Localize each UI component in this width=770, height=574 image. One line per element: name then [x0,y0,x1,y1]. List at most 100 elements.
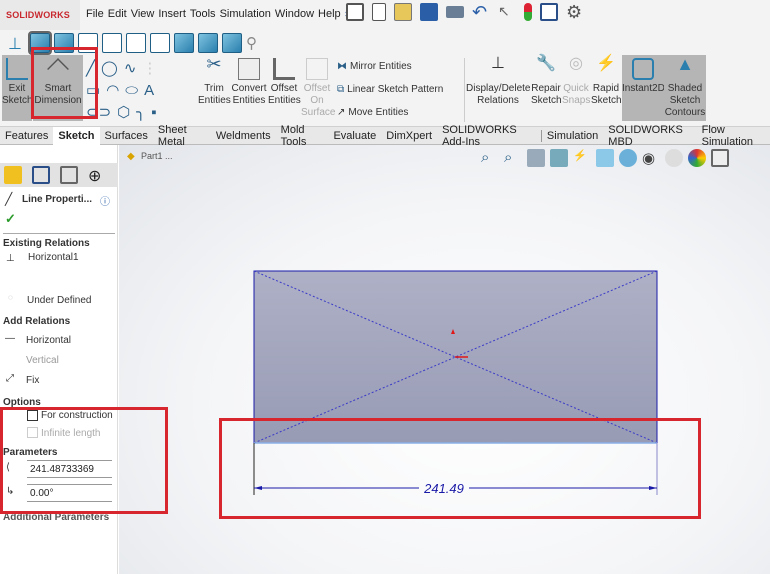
highlight-dimension [219,418,701,519]
horizontal-relation-icon: ⊥ [6,253,15,264]
menu-insert[interactable]: Insert [158,8,186,21]
lamp-icon[interactable]: ⚲ [246,34,264,52]
text-icon[interactable]: A [144,82,154,99]
quick-snaps-label: Quick Snaps [562,83,591,106]
manager-tabs: ⊕ [0,163,118,187]
menu-simulation[interactable]: Simulation [220,8,271,21]
shaded-sketch-contours-button[interactable]: ▲ Shaded Sketch Contours [664,55,706,121]
centerline-icon[interactable]: ⋮ [142,59,157,77]
rebuild-icon[interactable] [524,3,532,21]
view-bottom-icon[interactable] [150,32,170,53]
relations-list[interactable]: Horizontal1 [26,250,116,286]
tab-simulation[interactable]: Simulation [540,129,603,142]
offset-entities-button[interactable]: Offset Entities [268,55,301,121]
mirror-entities-button[interactable]: ⧓ Mirror Entities [337,61,412,72]
offset-on-surface-button[interactable]: Offset On Surface [301,55,335,121]
move-entities-button[interactable]: ↗ Move Entities [337,107,408,118]
offset-entities-icon [273,58,295,80]
point-icon[interactable]: ▪ [151,104,156,121]
add-fix-relation[interactable]: Fix [26,375,39,386]
configuration-manager-icon[interactable] [60,166,78,184]
save-icon[interactable] [420,3,438,21]
spline-icon[interactable]: ∿ [124,59,137,77]
tab-sheet-metal[interactable]: Sheet Metal [153,124,211,148]
help-icon[interactable]: ⓘ [100,193,110,208]
select-icon[interactable]: ↖ [498,3,516,21]
highlight-smart-dimension [31,47,98,119]
dimetric-icon[interactable] [222,32,242,53]
title-bar: SOLIDWORKS File Edit View Insert Tools S… [0,0,770,30]
status-icon: ◌ [8,293,13,302]
circle-icon[interactable]: ◯ [101,59,118,77]
scissors-icon: ✂ [206,54,222,74]
tab-mold-tools[interactable]: Mold Tools [276,124,329,148]
add-horizontal-relation[interactable]: Horizontal [26,335,71,346]
tab-features[interactable]: Features [0,130,53,142]
logo-text: SOLIDWORKS [6,10,70,20]
instant2d-button[interactable]: Instant2D [622,55,665,121]
fillet-icon[interactable]: ╮ [136,103,145,121]
tab-flow-simulation[interactable]: Flow Simulation [697,124,770,148]
instant2d-label: Instant2D [622,83,665,94]
exit-sketch-label: Exit Sketch [2,83,33,106]
trim-label: Trim Entities [198,83,231,106]
tab-mbd[interactable]: SOLIDWORKS MBD [603,124,696,148]
property-manager-icon[interactable] [32,166,50,184]
undo-icon[interactable]: ↶ [472,3,490,21]
feature-manager-icon[interactable] [4,166,22,184]
arc-icon[interactable]: ◠ [106,81,119,99]
existing-relations-header: Existing Relations [3,238,90,249]
exit-sketch-button[interactable]: Exit Sketch [2,55,33,121]
linear-sketch-pattern-button[interactable]: ⧉ Linear Sketch Pattern [337,84,443,95]
options-icon[interactable]: ⚙ [566,3,584,21]
display-delete-relations-button[interactable]: ⊥ Display/Delete Relations [466,55,530,121]
repair-sketch-button[interactable]: 🔧 Repair Sketch [531,55,562,121]
menu-window[interactable]: Window [275,8,314,21]
divider [3,233,115,234]
move-label: Move Entities [348,107,409,118]
offset-on-surface-icon [306,58,328,80]
rapid-sketch-button[interactable]: ⚡ Rapid Sketch [591,55,622,121]
convert-entities-icon [238,58,260,80]
tab-weldments[interactable]: Weldments [211,130,276,142]
repair-sketch-icon: 🔧 [536,55,556,72]
polygon-icon[interactable]: ⬡ [117,103,130,121]
add-relations-header: Add Relations [3,316,71,327]
file-properties-icon[interactable] [540,3,558,21]
tab-dimxpert[interactable]: DimXpert [381,130,437,142]
tab-surfaces[interactable]: Surfaces [100,130,153,142]
trimetric-icon[interactable] [198,32,218,53]
relation-item[interactable]: Horizontal1 [28,252,79,263]
quick-snaps-button[interactable]: ◎ Quick Snaps [562,55,590,121]
ok-check-icon[interactable]: ✓ [5,211,16,227]
dimxpert-manager-icon[interactable]: ⊕ [88,166,106,185]
home-icon[interactable] [346,3,364,21]
menu-tools[interactable]: Tools [190,8,216,21]
menu-help[interactable]: Help [318,8,341,21]
tab-evaluate[interactable]: Evaluate [328,130,381,142]
relations-icon: ⊥ [491,55,505,72]
add-vertical-relation[interactable]: Vertical [26,355,59,366]
shaded-label: Shaded Sketch Contours [664,83,706,118]
command-tabs: Features Sketch Surfaces Sheet Metal Wel… [0,124,770,148]
menu-view[interactable]: View [131,8,155,21]
normal-to-icon[interactable]: ⊥ [8,34,26,53]
new-document-icon[interactable] [372,3,386,21]
view-top-icon[interactable] [126,32,146,53]
menu-edit[interactable]: Edit [108,8,127,21]
open-icon[interactable] [394,3,412,21]
view-orientation-toolbar: ⊥ ⚲ [0,30,770,55]
menu-file[interactable]: File [86,8,104,21]
ellipse-icon[interactable]: ⬭ [125,82,138,99]
rapid-label: Rapid Sketch [591,83,622,106]
quick-snaps-icon: ◎ [569,55,583,72]
rapid-sketch-icon: ⚡ [596,55,616,72]
convert-entities-button[interactable]: Convert Entities [231,55,267,121]
tab-addins[interactable]: SOLIDWORKS Add-Ins [437,124,541,148]
print-icon[interactable] [446,6,464,18]
solidworks-logo[interactable]: SOLIDWORKS [0,0,80,30]
view-right-icon[interactable] [102,32,122,53]
isometric-icon[interactable] [174,32,194,53]
trim-entities-button[interactable]: ✂ Trim Entities [198,54,231,121]
tab-sketch[interactable]: Sketch [53,126,100,145]
